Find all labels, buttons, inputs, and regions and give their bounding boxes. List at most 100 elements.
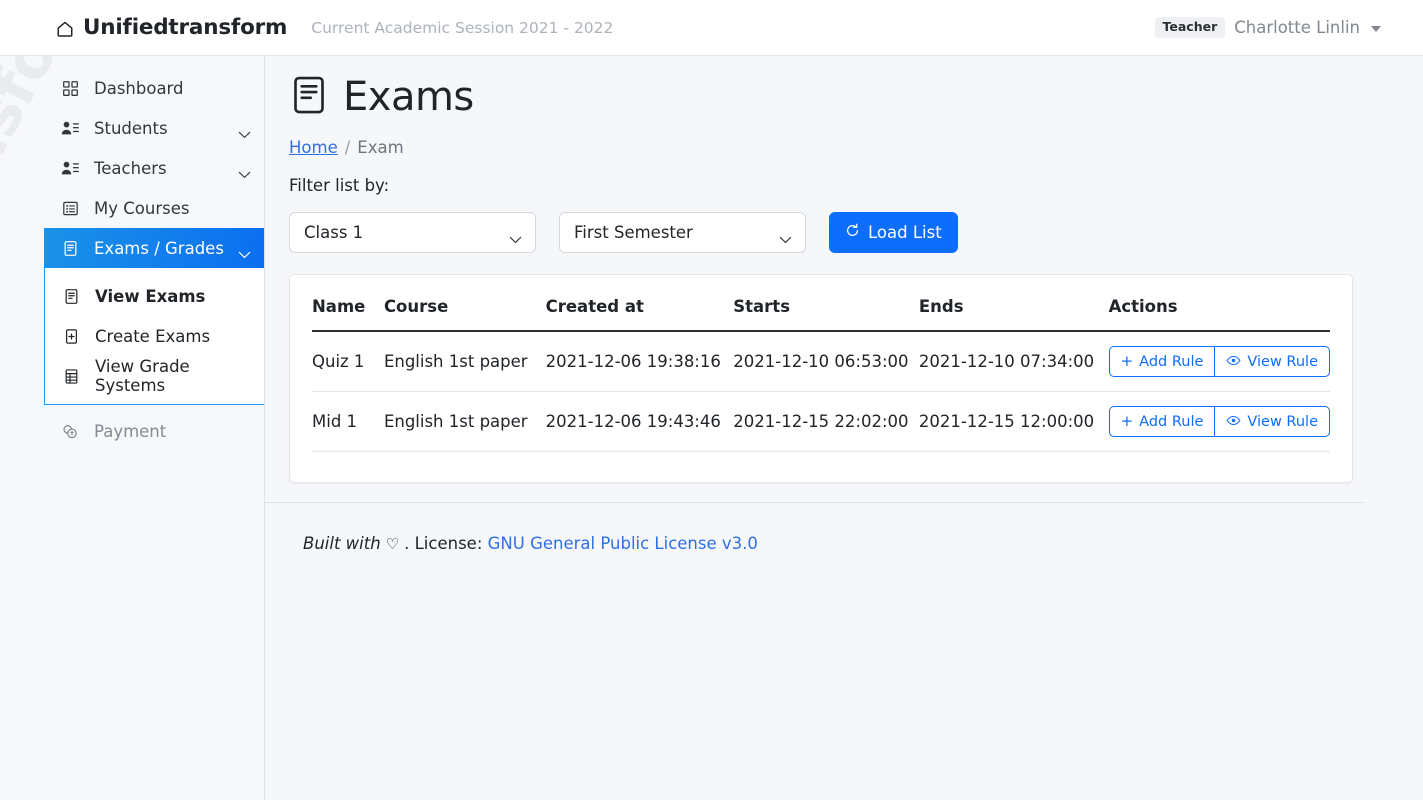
filter-controls: Class 1 First Semester Load List <box>289 212 1365 253</box>
page-title: Exams <box>343 74 474 120</box>
cell-course: English 1st paper <box>383 391 546 452</box>
breadcrumb-separator: / <box>344 138 351 157</box>
eye-icon <box>1226 354 1241 370</box>
view-rule-label: View Rule <box>1247 413 1318 430</box>
sidebar-item-label: Teachers <box>94 158 167 178</box>
license-prefix: . License: <box>404 534 483 553</box>
table-row: Mid 1 English 1st paper 2021-12-06 19:43… <box>312 391 1330 452</box>
sidebar-item-label: Exams / Grades <box>94 238 224 258</box>
cell-ends: 2021-12-10 07:34:00 <box>918 331 1109 392</box>
built-with-label: Built with <box>303 534 381 553</box>
chevron-down-icon <box>779 229 792 243</box>
exams-table-card: Name Course Created at Starts Ends Actio… <box>289 274 1353 483</box>
cell-created: 2021-12-06 19:38:16 <box>545 331 734 392</box>
reload-icon <box>845 223 860 242</box>
filter-label: Filter list by: <box>289 176 390 195</box>
sidebar-item-view-grade-systems[interactable]: View Grade Systems <box>45 356 264 396</box>
sidebar-item-exams-grades[interactable]: Exams / Grades <box>44 228 264 268</box>
cell-starts: 2021-12-10 06:53:00 <box>733 331 919 392</box>
brand-logo-link[interactable]: Unifiedtransform <box>56 15 287 40</box>
chevron-down-icon <box>238 124 251 138</box>
user-name-label: Charlotte Linlin <box>1234 18 1360 37</box>
breadcrumb-home-link[interactable]: Home <box>289 138 338 157</box>
plus-icon: + <box>1120 352 1134 370</box>
footer-divider <box>265 502 1365 503</box>
sidebar-item-teachers[interactable]: Teachers <box>44 148 264 188</box>
sidebar: nsform Dashboard Students Teachers My Co… <box>0 56 265 800</box>
people-icon <box>60 118 80 138</box>
add-rule-button[interactable]: + Add Rule <box>1108 346 1215 377</box>
column-header-name: Name <box>312 293 384 332</box>
brand-text: Unifiedtransform <box>83 15 288 40</box>
row-action-group: + Add Rule View Rule <box>1108 346 1330 377</box>
sidebar-submenu-exams: View Exams Create Exams View Grade Syste… <box>44 268 264 405</box>
load-list-button[interactable]: Load List <box>829 212 958 253</box>
column-header-starts: Starts <box>733 293 919 332</box>
column-header-ends: Ends <box>918 293 1109 332</box>
user-menu[interactable]: Teacher Charlotte Linlin <box>1154 16 1381 39</box>
cell-actions: + Add Rule View Rule <box>1108 331 1330 392</box>
view-rule-button[interactable]: View Rule <box>1214 346 1330 377</box>
sidebar-item-view-exams[interactable]: View Exams <box>45 276 264 316</box>
cell-ends: 2021-12-15 12:00:00 <box>918 391 1109 452</box>
load-list-label: Load List <box>868 223 942 242</box>
sidebar-nav: Dashboard Students Teachers My Courses E… <box>0 56 264 451</box>
journal-icon <box>60 238 80 258</box>
sidebar-item-students[interactable]: Students <box>44 108 264 148</box>
column-header-created: Created at <box>545 293 734 332</box>
class-select-value: Class 1 <box>304 223 364 242</box>
sidebar-subitem-label: View Grade Systems <box>95 357 190 395</box>
page-header: Exams <box>289 74 1365 120</box>
footer: Built with ♡ . License: GNU General Publ… <box>303 534 758 553</box>
chevron-down-icon <box>238 164 251 178</box>
table-header-row: Name Course Created at Starts Ends Actio… <box>312 293 1330 332</box>
sidebar-item-label: Students <box>94 118 168 138</box>
sidebar-item-payment[interactable]: Payment <box>44 411 264 451</box>
top-navbar: Unifiedtransform Current Academic Sessio… <box>0 0 1423 56</box>
chevron-down-icon <box>238 244 251 258</box>
cell-actions: + Add Rule View Rule <box>1108 391 1330 452</box>
sidebar-subitem-label: View Exams <box>95 286 206 306</box>
sidebar-item-label: My Courses <box>94 198 190 218</box>
plus-icon: + <box>1120 412 1134 430</box>
role-badge: Teacher <box>1154 16 1226 39</box>
card-list-icon <box>60 198 80 218</box>
class-select[interactable]: Class 1 <box>289 212 536 253</box>
sidebar-subitem-label: Create Exams <box>95 326 211 346</box>
sidebar-item-my-courses[interactable]: My Courses <box>44 188 264 228</box>
table-icon <box>61 366 81 386</box>
cell-starts: 2021-12-15 22:02:00 <box>733 391 919 452</box>
journal-icon <box>61 286 81 306</box>
column-header-course: Course <box>383 293 546 332</box>
cell-name: Quiz 1 <box>312 331 384 392</box>
row-action-group: + Add Rule View Rule <box>1108 406 1330 437</box>
people-icon <box>60 158 80 178</box>
add-rule-label: Add Rule <box>1139 353 1204 370</box>
heart-outline-icon: ♡ <box>385 534 400 553</box>
license-link[interactable]: GNU General Public License v3.0 <box>488 534 758 553</box>
sidebar-item-label: Payment <box>94 421 167 441</box>
grid-icon <box>60 78 80 98</box>
home-icon <box>56 19 74 37</box>
eye-icon <box>1226 414 1241 430</box>
semester-select[interactable]: First Semester <box>559 212 806 253</box>
add-rule-label: Add Rule <box>1139 413 1204 430</box>
view-rule-button[interactable]: View Rule <box>1214 406 1330 437</box>
column-header-actions: Actions <box>1108 293 1330 332</box>
chevron-down-icon <box>509 229 522 243</box>
exam-document-icon <box>289 75 329 119</box>
caret-down-icon <box>1371 26 1381 32</box>
view-rule-label: View Rule <box>1247 353 1318 370</box>
table-row: Quiz 1 English 1st paper 2021-12-06 19:3… <box>312 331 1330 392</box>
file-plus-icon <box>61 326 81 346</box>
cell-name: Mid 1 <box>312 391 384 452</box>
cell-created: 2021-12-06 19:43:46 <box>545 391 734 452</box>
sidebar-item-dashboard[interactable]: Dashboard <box>44 68 264 108</box>
breadcrumb: Home / Exam <box>289 138 1365 157</box>
sidebar-item-label: Dashboard <box>94 78 184 98</box>
exams-table: Name Course Created at Starts Ends Actio… <box>312 293 1330 452</box>
breadcrumb-current: Exam <box>357 138 404 157</box>
sidebar-item-create-exams[interactable]: Create Exams <box>45 316 264 356</box>
add-rule-button[interactable]: + Add Rule <box>1108 406 1215 437</box>
cell-course: English 1st paper <box>383 331 546 392</box>
